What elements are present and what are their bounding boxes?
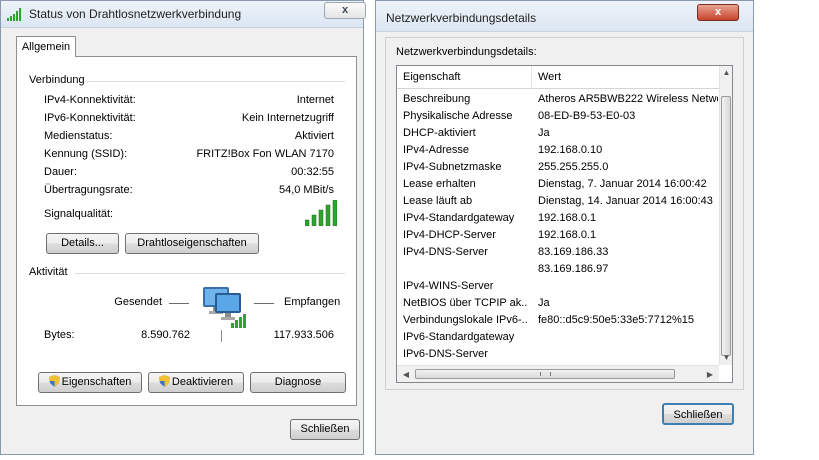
properties-button-label: Eigenschaften xyxy=(61,376,132,388)
vertical-scroll-thumb[interactable] xyxy=(721,96,731,356)
deactivate-button-label: Deaktivieren xyxy=(171,376,234,388)
connection-group-label: Verbindung xyxy=(29,74,85,86)
details-button[interactable]: Details... xyxy=(46,233,119,254)
status-window-title: Status von Drahtlosnetzwerkverbindung xyxy=(29,7,242,21)
sent-line xyxy=(169,303,189,304)
wireless-signal-icon xyxy=(7,8,21,21)
status-window: Status von Drahtlosnetzwerkverbindung x … xyxy=(0,0,366,455)
activity-group-label: Aktivität xyxy=(29,266,68,278)
connection-group-divider xyxy=(87,81,345,82)
ipv4-value: Internet xyxy=(296,94,334,106)
close-icon[interactable]: x xyxy=(324,2,366,19)
transfer-rate-label: Übertragungsrate: xyxy=(44,184,133,196)
received-label: Empfangen xyxy=(284,296,341,308)
grip-icon xyxy=(540,372,551,376)
scroll-right-icon[interactable]: ▶ xyxy=(703,366,717,382)
uac-shield-icon xyxy=(48,375,60,387)
horizontal-scroll-thumb[interactable] xyxy=(415,369,675,379)
activity-group-divider xyxy=(75,273,345,274)
signal-strength-icon xyxy=(305,200,337,226)
status-window-titlebar[interactable]: Status von Drahtlosnetzwerkverbindung x xyxy=(1,1,366,28)
ipv6-value: Kein Internetzugriff xyxy=(241,112,334,124)
column-header-property-label: Eigenschaft xyxy=(403,71,461,83)
tab-allgemein[interactable]: Allgemein xyxy=(16,36,76,57)
details-heading: Netzwerkverbindungsdetails: xyxy=(396,46,537,58)
column-header-value[interactable]: Wert xyxy=(532,66,719,88)
wireless-properties-button[interactable]: Drahtloseigenschaften xyxy=(125,233,259,254)
duration-label: Dauer: xyxy=(44,166,78,178)
scroll-left-icon[interactable]: ◀ xyxy=(399,366,413,382)
uac-shield-icon xyxy=(158,375,170,387)
column-header-value-label: Wert xyxy=(538,71,562,83)
horizontal-scrollbar[interactable]: ◀ ▶ xyxy=(397,365,719,382)
details-panel: Netzwerkverbindungsdetails: Eigenschaft … xyxy=(385,37,744,390)
ipv4-label: IPv4-Konnektivität: xyxy=(44,94,136,106)
ipv6-label: IPv6-Konnektivität: xyxy=(44,112,136,124)
details-window-title: Netzwerkverbindungsdetails xyxy=(386,11,537,25)
deactivate-button[interactable]: Deaktivieren xyxy=(148,372,244,393)
received-line xyxy=(254,303,274,304)
column-header-property[interactable]: Eigenschaft xyxy=(397,66,532,88)
tab-allgemein-label: Allgemein xyxy=(21,41,71,53)
scroll-down-icon[interactable]: ▼ xyxy=(720,351,732,365)
close-icon[interactable]: x xyxy=(697,4,739,21)
status-close-button[interactable]: Schließen xyxy=(290,419,360,440)
signal-quality-label: Signalqualität: xyxy=(44,208,114,220)
scroll-up-icon[interactable]: ▲ xyxy=(720,66,732,80)
sent-label: Gesendet xyxy=(114,296,162,308)
activity-divider xyxy=(221,330,222,342)
details-window-titlebar[interactable]: Netzwerkverbindungsdetails x xyxy=(376,1,753,32)
properties-button[interactable]: Eigenschaften xyxy=(38,372,142,393)
bytes-sent-value: 8.590.762 xyxy=(141,329,190,341)
tab-panel: Verbindung IPv4-Konnektivität: Internet … xyxy=(16,56,357,406)
media-status-label: Medienstatus: xyxy=(44,130,113,142)
duration-value: 00:32:55 xyxy=(291,166,334,178)
ssid-label: Kennung (SSID): xyxy=(44,148,128,160)
list-header: Eigenschaft Wert xyxy=(397,66,719,89)
bytes-received-value: 117.933.506 xyxy=(273,329,334,341)
bytes-label: Bytes: xyxy=(44,329,75,341)
details-window: Netzwerkverbindungsdetails x Netzwerkver… xyxy=(375,0,754,455)
diagnose-button[interactable]: Diagnose xyxy=(250,372,346,393)
media-status-value: Aktiviert xyxy=(294,130,334,142)
transfer-rate-value: 54,0 MBit/s xyxy=(278,184,334,196)
vertical-scrollbar[interactable]: ▲ ▼ xyxy=(719,66,732,365)
details-list[interactable]: Eigenschaft Wert Beschreibung Atheros AR5… xyxy=(396,65,733,383)
details-close-button[interactable]: Schließen xyxy=(662,403,734,425)
network-computer-icon xyxy=(203,287,246,328)
list-body: Beschreibung Atheros AR5BWB222 Wireless N… xyxy=(403,93,718,360)
ssid-value: FRITZ!Box Fon WLAN 7170 xyxy=(196,148,334,160)
